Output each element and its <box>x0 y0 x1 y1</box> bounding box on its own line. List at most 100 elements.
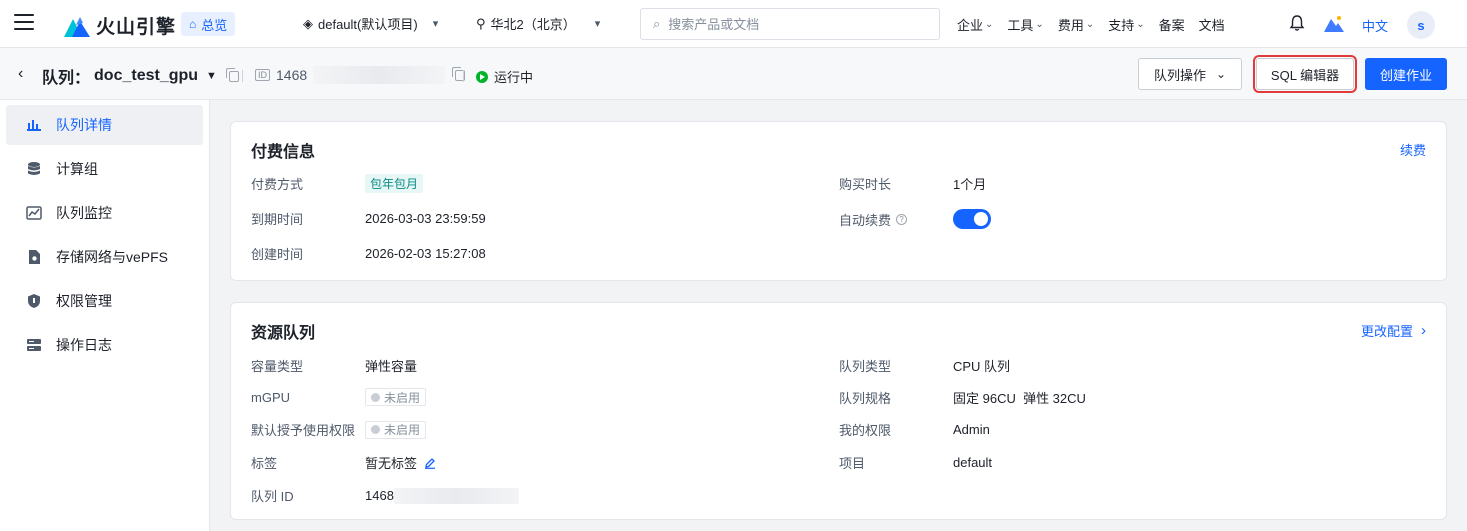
pay-method-label: 付费方式 <box>251 177 304 192</box>
mgpu-status-tag: 未启用 <box>365 388 427 406</box>
nav-link-billing[interactable]: 费用 ⌄ <box>1058 15 1094 34</box>
change-config-link[interactable]: 更改配置 › <box>1361 321 1426 340</box>
sidebar-item-operation-log[interactable]: 操作日志 <box>6 325 203 365</box>
storage-gear-icon <box>29 250 40 264</box>
help-icon[interactable]: ? <box>896 213 908 225</box>
nav-link-label: 备案 <box>1158 18 1185 33</box>
caret-down-icon[interactable]: ▼ <box>206 70 217 82</box>
sidebar-item-compute-group[interactable]: 计算组 <box>6 149 203 189</box>
copy-icon[interactable] <box>225 67 239 82</box>
project-select[interactable]: ◈ default(默认项目) ▾ <box>303 14 438 33</box>
chevron-down-icon: ⌄ <box>1085 19 1095 30</box>
chevron-down-icon: ⌄ <box>985 19 994 30</box>
my-perm-label: 我的权限 <box>839 423 892 438</box>
sidebar-item-label: 队列监控 <box>56 205 112 221</box>
search-icon: ⌕ <box>653 16 661 31</box>
queue-name: doc_test_gpu <box>94 67 199 84</box>
billing-info-card: 付费信息 续费 付费方式 包年包月 到期时间 2026-03-03 23:59:… <box>230 121 1447 281</box>
nav-link-support[interactable]: 支持 ⌄ <box>1108 15 1144 34</box>
auto-renew-label-wrap: 自动续费 ? <box>839 210 953 229</box>
duration-row: 购买时长 1个月 <box>839 174 986 193</box>
my-perm-value: Admin <box>953 422 990 437</box>
bell-icon[interactable] <box>1288 14 1306 32</box>
create-job-button[interactable]: 创建作业 <box>1365 58 1447 90</box>
default-perm-label: 默认授予使用权限 <box>251 423 356 438</box>
mountain-icon[interactable] <box>1324 14 1344 32</box>
divider <box>463 70 464 82</box>
nav-link-docs[interactable]: 文档 <box>1199 15 1225 34</box>
queue-type-value: CPU 队列 <box>953 359 1011 374</box>
capacity-value: 弹性容量 <box>365 359 418 374</box>
auto-renew-toggle[interactable] <box>953 209 991 229</box>
nav-link-filing[interactable]: 备案 <box>1159 15 1185 34</box>
project-label: 项目 <box>839 456 866 471</box>
avatar[interactable]: s <box>1407 11 1435 39</box>
billing-title: 付费信息 <box>251 144 316 161</box>
nav-links: 企业 ⌄ 工具 ⌄ 费用 ⌄ 支持 ⌄ 备案 文档 <box>957 15 1239 34</box>
sidebar-item-permissions[interactable]: 权限管理 <box>6 281 203 321</box>
edit-pencil-icon[interactable] <box>424 457 436 469</box>
page-title: 队列： doc_test_gpu ▼ <box>42 64 239 88</box>
disabled-dot-icon <box>371 425 380 434</box>
page-header: ‹ 队列： doc_test_gpu ▼ ID 1468 运行中 队列操作 ⌄ … <box>0 48 1467 100</box>
sidebar-item-queue-monitor[interactable]: 队列监控 <box>6 193 203 233</box>
auto-renew-row: 自动续费 ? <box>839 209 991 229</box>
shield-icon <box>28 294 40 308</box>
project-row: 项目 default <box>839 453 992 472</box>
pay-method-row: 付费方式 包年包月 <box>251 174 424 193</box>
chevron-down-icon: ⌄ <box>1136 19 1145 30</box>
nav-link-tools[interactable]: 工具 ⌄ <box>1007 15 1043 34</box>
queue-spec-label: 队列规格 <box>839 391 892 406</box>
disabled-dot-icon <box>371 392 380 402</box>
tag-label: 未启用 <box>384 423 421 437</box>
expire-label: 到期时间 <box>251 212 304 227</box>
logo[interactable]: 火山引擎 <box>64 12 176 39</box>
my-perm-row: 我的权限 Admin <box>839 420 990 439</box>
home-overview-button[interactable]: ⌂ 总览 <box>181 12 236 36</box>
chevron-right-icon: › <box>1421 322 1426 339</box>
created-label: 创建时间 <box>251 247 304 262</box>
sidebar-item-queue-details[interactable]: 队列详情 <box>6 105 203 145</box>
queue-operations-button[interactable]: 队列操作 ⌄ <box>1138 58 1242 90</box>
language-switch[interactable]: 中文 <box>1362 16 1388 35</box>
home-icon: ⌂ <box>189 17 197 31</box>
logo-text: 火山引擎 <box>96 17 177 38</box>
layers-icon: ◈ <box>303 15 313 31</box>
bar-chart-icon <box>27 120 41 131</box>
mgpu-row: mGPU 未启用 <box>251 388 427 406</box>
status-text: 运行中 <box>494 70 534 85</box>
duration-value: 1个月 <box>953 177 987 192</box>
region-select-value: 华北2（北京） <box>490 17 576 32</box>
queue-id-row: 队列 ID 1468 <box>251 486 519 505</box>
queue-id-label: 队列 ID <box>251 489 294 504</box>
title-prefix: 队列： <box>42 70 91 87</box>
queue-type-row: 队列类型 CPU 队列 <box>839 356 1010 375</box>
search-input[interactable] <box>668 16 909 32</box>
nav-link-enterprise[interactable]: 企业 ⌄ <box>957 15 993 34</box>
tag-row: 标签 暂无标签 <box>251 453 436 472</box>
chevron-down-icon: ▾ <box>432 18 439 30</box>
sidebar-item-storage-network[interactable]: 存储网络与vePFS <box>6 237 203 277</box>
default-perm-row: 默认授予使用权限 未启用 <box>251 420 427 439</box>
status-badge: 运行中 <box>476 67 533 86</box>
sidebar-item-label: 权限管理 <box>56 293 112 309</box>
queue-id: ID 1468 <box>255 66 466 84</box>
database-icon <box>28 162 40 175</box>
redacted-area <box>393 487 519 504</box>
top-navbar: 火山引擎 ⌂ 总览 ◈ default(默认项目) ▾ ⚲ 华北2（北京） ▾ … <box>0 0 1467 48</box>
sidebar: 队列详情 计算组 队列监控 存储网络与vePFS 权限管理 操作日志 <box>0 100 210 531</box>
sql-editor-button[interactable]: SQL 编辑器 <box>1253 55 1357 93</box>
sidebar-item-label: 计算组 <box>56 161 98 177</box>
play-status-icon <box>476 70 488 83</box>
menu-icon[interactable] <box>14 14 34 32</box>
renew-link[interactable]: 续费 <box>1400 140 1426 159</box>
monitor-chart-icon <box>26 206 42 220</box>
home-label: 总览 <box>201 17 228 33</box>
expire-row: 到期时间 2026-03-03 23:59:59 <box>251 209 486 228</box>
id-badge-icon: ID <box>255 69 270 81</box>
back-arrow-icon[interactable]: ‹ <box>18 65 23 83</box>
region-select[interactable]: ⚲ 华北2（北京） ▾ <box>476 14 600 33</box>
volcano-logo-icon <box>64 16 90 37</box>
capacity-label: 容量类型 <box>251 359 304 374</box>
location-pin-icon: ⚲ <box>476 15 486 31</box>
